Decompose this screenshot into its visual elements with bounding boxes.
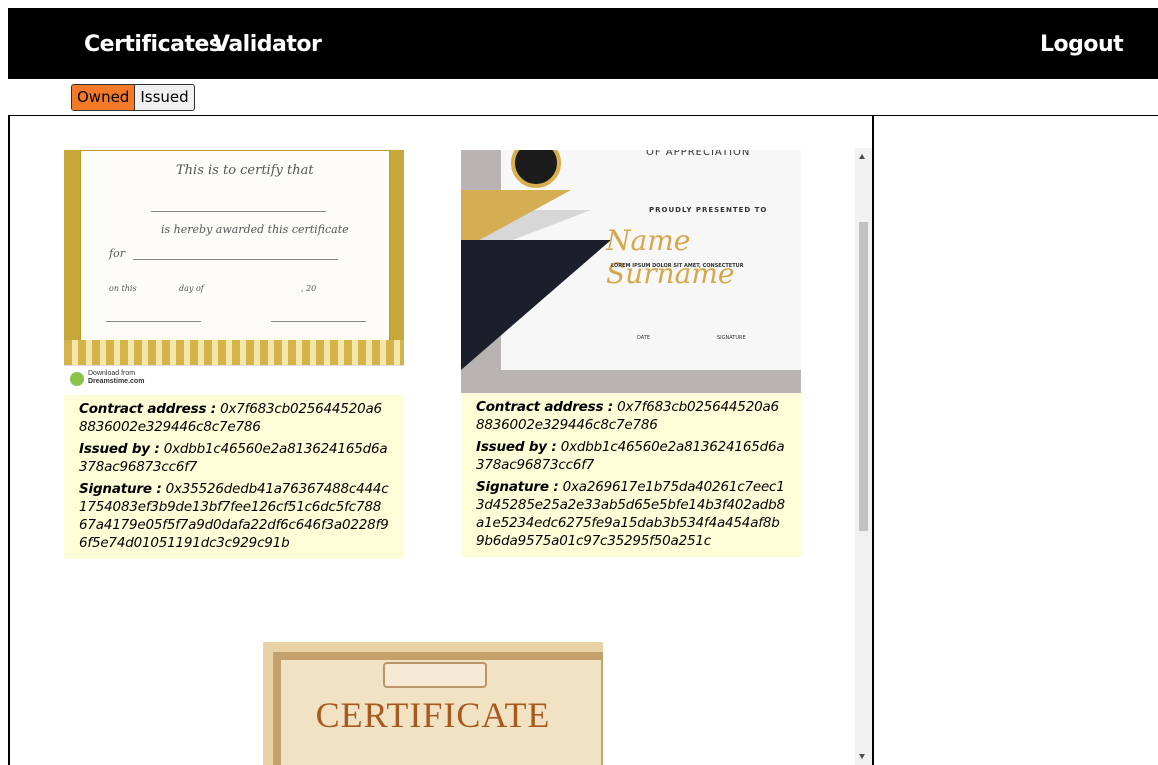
recipient-name: Name Surname [606, 224, 735, 290]
watermark-strip: Download from Dreamstime.com [64, 365, 404, 395]
logout-link[interactable]: Logout [1040, 32, 1124, 57]
content-scrollbar[interactable] [855, 148, 872, 765]
name-line [151, 211, 326, 212]
for-text: for [109, 247, 125, 260]
dreamstime-logo-icon [70, 372, 84, 386]
signature-line [271, 321, 366, 322]
scrollbar-thumb[interactable] [859, 222, 868, 531]
tab-owned[interactable]: Owned [72, 85, 135, 110]
date-line [106, 321, 201, 322]
download-from-text: Download from Dreamstime.com [88, 370, 145, 385]
contract-address-field: Contract address : 0x7f683cb025644520a68… [79, 401, 382, 435]
top-navbar: Certificates Validator Logout [8, 8, 1158, 79]
panel-divider [872, 115, 874, 765]
signature-field: Signature : 0x35526dedb41a76367488c444c1… [79, 481, 389, 551]
decor-dark-shape [461, 240, 611, 370]
appreciation-heading: OF APPRECIATION [646, 150, 751, 158]
nav-validator-link[interactable]: Validator [213, 32, 322, 57]
scroll-up-arrow-icon[interactable] [859, 154, 865, 159]
awarded-text: is hereby awarded this certificate [161, 223, 349, 236]
tab-issued[interactable]: Issued [134, 85, 193, 110]
nav-certificates-link[interactable]: Certificates [84, 32, 222, 57]
certificate-border-pattern [64, 340, 404, 365]
left-border [8, 115, 10, 765]
contract-address-field: Contract address : 0x7f683cb025644520a68… [476, 399, 779, 433]
certificate-card[interactable]: OF APPRECIATION PROUDLY PRESENTED TO Nam… [461, 150, 801, 557]
issued-by-field: Issued by : 0xdbb1c46560e2a813624165d6a3… [476, 439, 785, 473]
certificate-title: CERTIFICATE [315, 695, 551, 735]
certificate-card[interactable]: This is to certify that is hereby awarde… [64, 150, 404, 559]
year-text: , 20 [301, 284, 317, 293]
certificate-image[interactable]: OF APPRECIATION PROUDLY PRESENTED TO Nam… [461, 150, 801, 393]
lorem-text: LOREM IPSUM DOLOR SIT AMET, CONSECTETUR [611, 263, 744, 269]
certify-text: This is to certify that [176, 163, 314, 178]
certificate-image[interactable]: CERTIFICATE [263, 642, 603, 765]
day-of-text: day of [179, 284, 204, 293]
certificate-details: Contract address : 0x7f683cb025644520a68… [461, 393, 801, 557]
date-label: DATE [637, 335, 651, 341]
signature-field: Signature : 0xa269617e1b75da40261c7eec13… [476, 479, 785, 549]
ribbon-banner [383, 662, 487, 688]
presented-text: PROUDLY PRESENTED TO [649, 206, 768, 214]
scroll-down-arrow-icon[interactable] [859, 754, 865, 759]
for-line [133, 259, 338, 260]
tab-group: Owned Issued [71, 84, 195, 111]
certificate-image[interactable]: This is to certify that is hereby awarde… [64, 150, 404, 395]
on-this-text: on this [109, 284, 137, 293]
certificate-paper: This is to certify that is hereby awarde… [80, 150, 390, 342]
issued-by-field: Issued by : 0xdbb1c46560e2a813624165d6a3… [79, 441, 388, 475]
signature-label: SIGNATURE [717, 335, 746, 341]
certificate-details: Contract address : 0x7f683cb025644520a68… [64, 395, 404, 559]
tab-bar: Owned Issued [8, 79, 1158, 116]
